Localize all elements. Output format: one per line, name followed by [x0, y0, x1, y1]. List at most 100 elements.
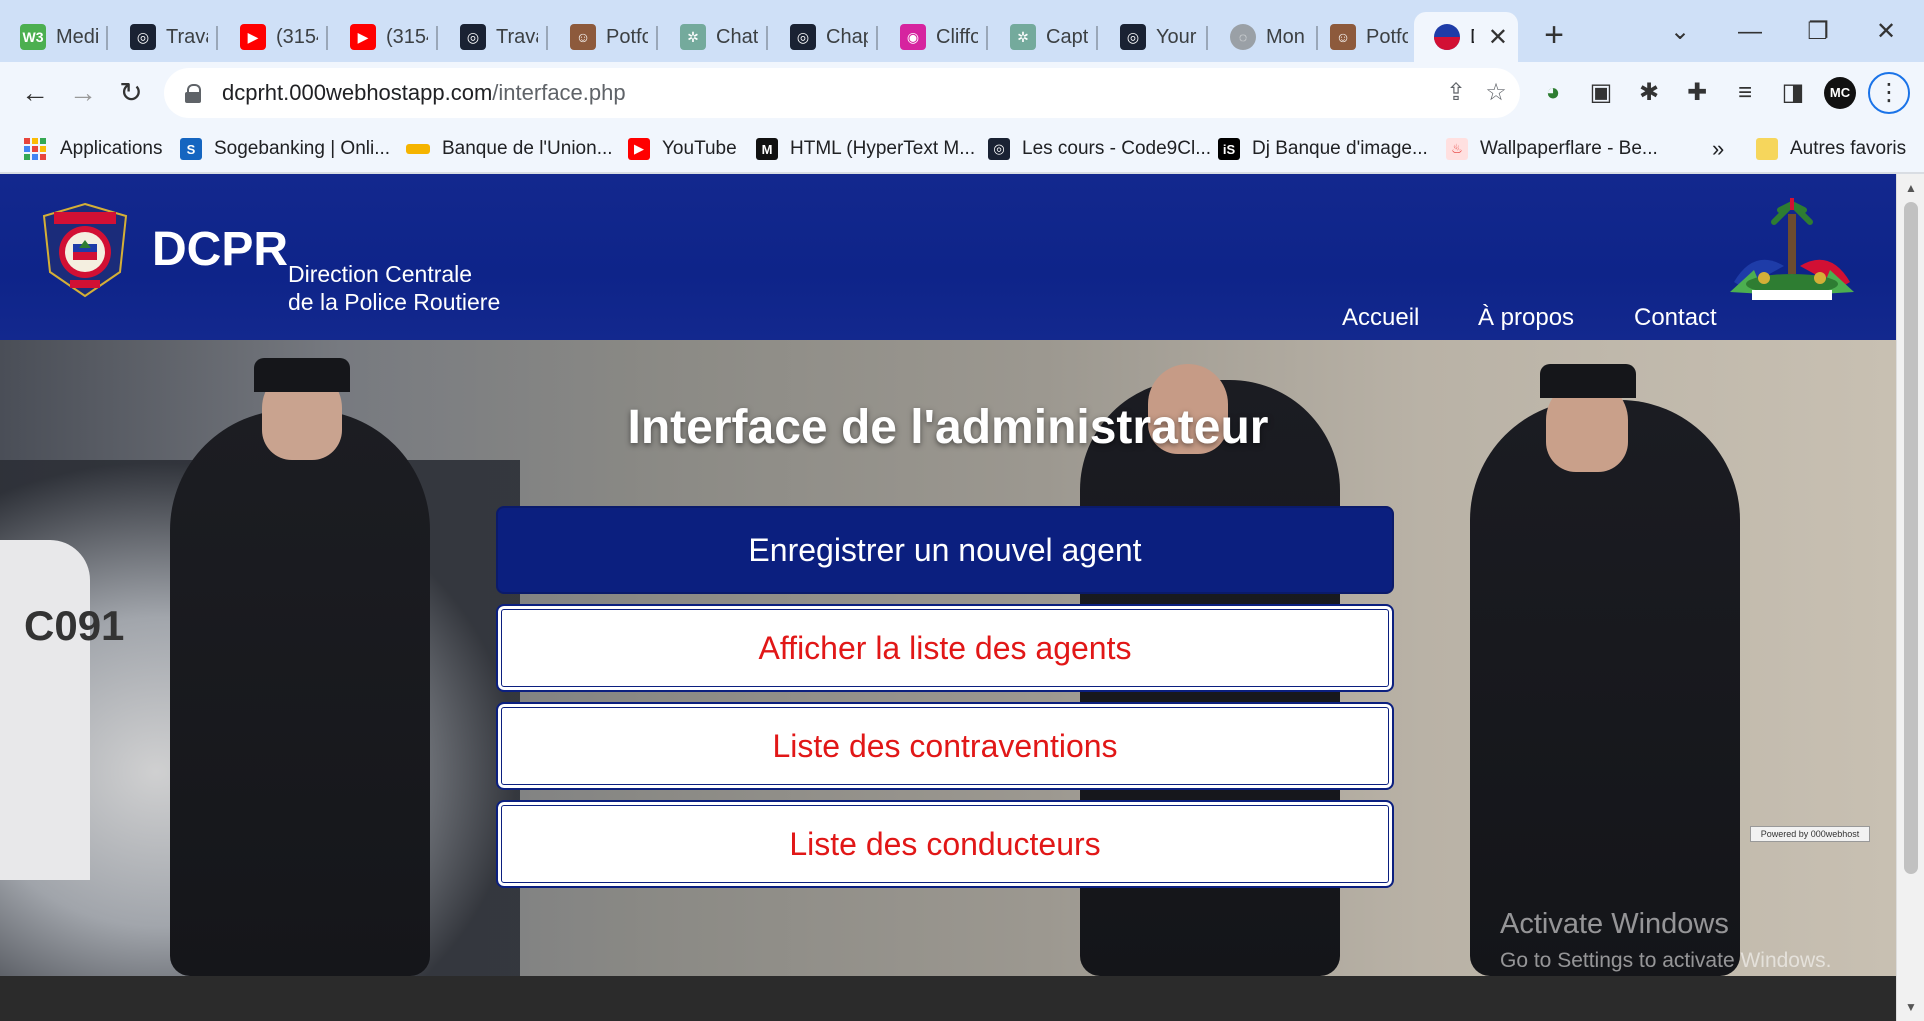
- close-window-icon[interactable]: ✕: [1866, 14, 1906, 50]
- side-panel-icon[interactable]: ◨: [1778, 78, 1808, 108]
- subtitle-line: Direction Centrale: [288, 261, 473, 287]
- globe-icon: ◌: [1230, 24, 1256, 50]
- list-agents-button[interactable]: Afficher la liste des agents: [496, 604, 1394, 692]
- bookmark-wallpaperflare[interactable]: ♨ Wallpaperflare - Be...: [1446, 134, 1658, 164]
- admin-actions: Enregistrer un nouvel agent Afficher la …: [496, 506, 1394, 898]
- bookmarks-overflow-button[interactable]: »: [1712, 134, 1724, 164]
- tab[interactable]: ◎ Chapi: [770, 12, 878, 62]
- site-subtitle: Direction Centrale de la Police Routiere: [288, 260, 500, 316]
- restore-icon[interactable]: ❐: [1798, 14, 1838, 50]
- tab-active[interactable]: DC ✕: [1414, 12, 1518, 62]
- back-arrow-icon[interactable]: ←: [14, 72, 56, 114]
- bookmark-label: Autres favoris: [1790, 138, 1907, 159]
- tab-label: Potfol: [1366, 25, 1408, 48]
- tab[interactable]: ▶ (3154): [330, 12, 438, 62]
- tab-label: Your c: [1156, 25, 1198, 48]
- bookmark-label: Sogebanking | Onli...: [214, 138, 391, 159]
- site-brand: DCPR: [152, 223, 289, 276]
- hero-section: C091 Interface de l'administrateur Enreg…: [0, 340, 1896, 976]
- tab-label: Chapi: [826, 25, 868, 48]
- tab[interactable]: ☺ Potfol: [1310, 12, 1418, 62]
- bookmark-label: Les cours - Code9Cl...: [1022, 138, 1212, 159]
- tab[interactable]: W3 Media: [0, 12, 108, 62]
- bookmark-label: YouTube: [662, 138, 737, 159]
- folder-icon: [1756, 138, 1778, 160]
- tab[interactable]: ◎ Travau: [440, 12, 548, 62]
- flame-icon: ♨: [1446, 138, 1468, 160]
- tab[interactable]: ◎ Your c: [1100, 12, 1208, 62]
- tab[interactable]: ◎ Travau: [110, 12, 218, 62]
- register-agent-button[interactable]: Enregistrer un nouvel agent: [496, 506, 1394, 594]
- youtube-icon: ▶: [628, 138, 650, 160]
- chatgpt-icon: ✲: [680, 24, 706, 50]
- car-number: C091: [24, 602, 125, 649]
- tab[interactable]: ◉ Cliffor: [880, 12, 988, 62]
- new-tab-button[interactable]: +: [1536, 18, 1572, 54]
- share-icon[interactable]: ⇪: [1442, 79, 1470, 107]
- youtube-icon: ▶: [240, 24, 266, 50]
- minimize-icon[interactable]: —: [1730, 14, 1770, 50]
- apps-grid-icon: [24, 138, 46, 160]
- nav-link-contact[interactable]: Contact: [1634, 304, 1717, 332]
- reload-icon[interactable]: ↻: [110, 72, 152, 114]
- tab[interactable]: ✲ Captu: [990, 12, 1098, 62]
- bookmark-applications[interactable]: Applications: [24, 134, 162, 164]
- lock-icon[interactable]: [184, 84, 202, 103]
- list-drivers-button[interactable]: Liste des conducteurs: [496, 800, 1394, 888]
- watermark-subtitle: Go to Settings to activate Windows.: [1500, 949, 1832, 972]
- bookmark-label: Dj Banque d'image...: [1252, 138, 1428, 159]
- bank-icon: [406, 144, 430, 154]
- bookmarks-bar: Applications S Sogebanking | Onli... Ban…: [0, 124, 1924, 174]
- address-bar[interactable]: dcprht.000webhostapp.com/interface.php ⇪…: [164, 68, 1520, 118]
- tab[interactable]: ✲ ChatG: [660, 12, 768, 62]
- close-icon[interactable]: ✕: [1488, 23, 1508, 52]
- tab-search-icon[interactable]: ⌄: [1660, 14, 1700, 50]
- tab[interactable]: ◌ Mon c: [1210, 12, 1318, 62]
- site-header: DCPR Direction Centrale de la Police Rou…: [0, 174, 1896, 340]
- istock-icon: iS: [1218, 138, 1240, 160]
- tab-label: Captu: [1046, 25, 1088, 48]
- url-path: /interface.php: [492, 80, 626, 105]
- tab-label: (3154): [276, 25, 318, 48]
- avatar-icon: ☺: [570, 24, 596, 50]
- tab[interactable]: ▶ (3154): [220, 12, 328, 62]
- scroll-up-icon[interactable]: ▲: [1897, 176, 1924, 200]
- profile-avatar[interactable]: MC: [1824, 77, 1856, 109]
- menu-icon[interactable]: ⋮: [1868, 72, 1910, 114]
- youtube-icon: ▶: [350, 24, 376, 50]
- media-queue-icon[interactable]: ≡: [1730, 78, 1760, 108]
- image-icon[interactable]: ▣: [1586, 78, 1616, 108]
- bookmark-sogebanking[interactable]: S Sogebanking | Onli...: [180, 134, 390, 164]
- bookmark-cours[interactable]: ◎ Les cours - Code9Cl...: [988, 134, 1211, 164]
- codecademy-icon: ◎: [988, 138, 1010, 160]
- sogebank-icon: S: [180, 138, 202, 160]
- page-scrollbar[interactable]: ▲ ▼: [1896, 174, 1924, 1021]
- other-bookmarks-folder[interactable]: Autres favoris: [1756, 134, 1906, 164]
- list-violations-button[interactable]: Liste des contraventions: [496, 702, 1394, 790]
- tab-label: Cliffor: [936, 25, 978, 48]
- bookmark-istock[interactable]: iS Dj Banque d'image...: [1218, 134, 1428, 164]
- puzzle-icon[interactable]: ✚: [1682, 78, 1712, 108]
- bug-icon[interactable]: ✱: [1634, 78, 1664, 108]
- nav-link-accueil[interactable]: Accueil: [1342, 304, 1419, 332]
- star-icon[interactable]: ☆: [1482, 79, 1510, 107]
- bookmark-bank[interactable]: Banque de l'Union...: [406, 134, 613, 164]
- scroll-thumb[interactable]: [1904, 202, 1918, 874]
- bookmark-label: Banque de l'Union...: [442, 138, 613, 159]
- codecademy-icon: ◎: [130, 24, 156, 50]
- tab-label: Mon c: [1266, 25, 1308, 48]
- tab-label: Media: [56, 25, 98, 48]
- tab-label: DC: [1470, 26, 1474, 49]
- scroll-down-icon[interactable]: ▼: [1897, 995, 1924, 1019]
- windows-activation-watermark: Activate Windows Go to Settings to activ…: [1500, 908, 1832, 973]
- bookmark-youtube[interactable]: ▶ YouTube: [628, 134, 737, 164]
- codecademy-icon: ◎: [460, 24, 486, 50]
- forward-arrow-icon[interactable]: →: [62, 72, 104, 114]
- tab[interactable]: ☺ Potfol: [550, 12, 658, 62]
- bookmark-html[interactable]: M HTML (HyperText M...: [756, 134, 975, 164]
- globe-extension-icon[interactable]: ◕: [1538, 78, 1568, 108]
- tab-label: Travau: [496, 25, 538, 48]
- browser-toolbar: ← → ↻ dcprht.000webhostapp.com/interface…: [0, 62, 1924, 124]
- nav-link-a-propos[interactable]: À propos: [1478, 304, 1574, 332]
- powered-by-badge[interactable]: Powered by 000webhost: [1750, 826, 1870, 842]
